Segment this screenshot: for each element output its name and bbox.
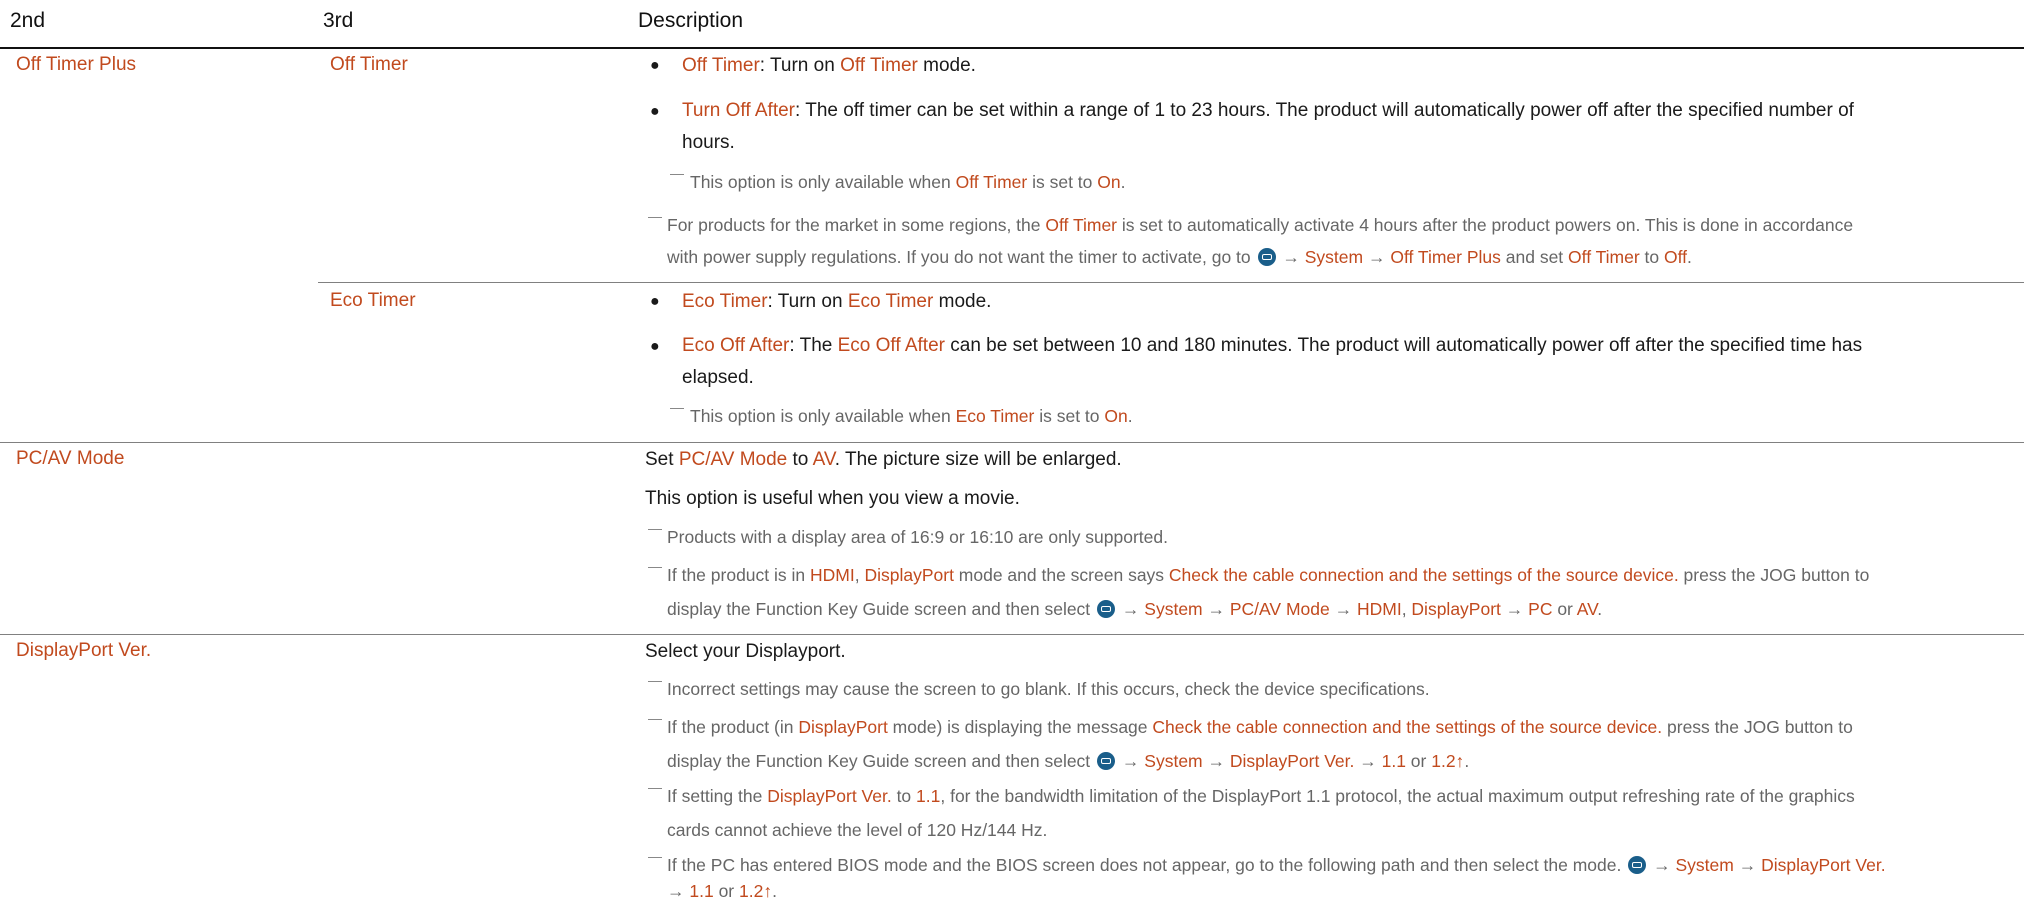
note-dp-bios-line2: → 1.1 or 1.2↑. bbox=[667, 881, 777, 901]
menu-item-pcav-mode: PC/AV Mode bbox=[16, 448, 125, 469]
note-dp-bios-line1: If the PC has entered BIOS mode and the … bbox=[667, 855, 1886, 875]
note-dp-message-line2: display the Function Key Guide screen an… bbox=[667, 751, 1470, 771]
note-pcav-line1: If the product is in HDMI, DisplayPort m… bbox=[667, 565, 1870, 585]
note-dp-bandwidth-line2: cards cannot achieve the level of 120 Hz… bbox=[667, 820, 1048, 840]
desc-eco-timer-line: Eco Timer: Turn on Eco Timer mode. bbox=[682, 291, 992, 312]
note-dp-incorrect: Incorrect settings may cause the screen … bbox=[667, 679, 1430, 699]
note-eco-timer-availability: This option is only available when Eco T… bbox=[690, 406, 1133, 426]
submenu-item-off-timer: Off Timer bbox=[330, 54, 408, 75]
header-2nd: 2nd bbox=[10, 9, 46, 32]
desc-dp-line1: Select your Displayport. bbox=[645, 641, 846, 662]
menu-icon bbox=[1257, 248, 1276, 266]
header-3rd: 3rd bbox=[323, 9, 354, 32]
note-dp-message-line1: If the product (in DisplayPort mode) is … bbox=[667, 717, 1853, 737]
header-description: Description bbox=[638, 9, 744, 32]
note-off-timer-availability: This option is only available when Off T… bbox=[690, 172, 1126, 192]
menu-icon bbox=[1628, 856, 1647, 874]
menu-icon bbox=[1097, 752, 1116, 770]
desc-eco-off-after-line1: Eco Off After: The Eco Off After can be … bbox=[682, 335, 1863, 356]
desc-pcav-line2: This option is useful when you view a mo… bbox=[645, 488, 1020, 509]
menu-item-off-timer-plus: Off Timer Plus bbox=[16, 54, 137, 75]
note-regional-off-timer-line1: For products for the market in some regi… bbox=[667, 215, 1854, 235]
note-pcav-line2: display the Function Key Guide screen an… bbox=[667, 599, 1603, 619]
settings-table: 2nd 3rd Description Off Timer Plus Off T… bbox=[0, 0, 2024, 907]
menu-item-displayport-ver: DisplayPort Ver. bbox=[16, 640, 152, 661]
note-dp-bandwidth-line1: If setting the DisplayPort Ver. to 1.1, … bbox=[667, 786, 1855, 806]
row-divider bbox=[0, 634, 2024, 635]
desc-eco-off-after-line2: elapsed. bbox=[682, 367, 754, 388]
row-divider bbox=[0, 442, 2024, 443]
row-divider bbox=[318, 282, 2024, 283]
submenu-item-eco-timer: Eco Timer bbox=[330, 290, 416, 311]
note-pcav-aspect: Products with a display area of 16:9 or … bbox=[667, 527, 1168, 547]
desc-turn-off-after-line2: hours. bbox=[682, 132, 735, 153]
note-regional-off-timer-line2: with power supply regulations. If you do… bbox=[667, 247, 1692, 267]
desc-off-timer-line: Off Timer: Turn on Off Timer mode. bbox=[682, 55, 976, 76]
desc-pcav-line1: Set PC/AV Mode to AV. The picture size w… bbox=[645, 449, 1122, 470]
table-header: 2nd 3rd Description bbox=[0, 0, 2024, 49]
desc-turn-off-after-line1: Turn Off After: The off timer can be set… bbox=[682, 100, 1854, 121]
menu-icon bbox=[1097, 600, 1116, 618]
